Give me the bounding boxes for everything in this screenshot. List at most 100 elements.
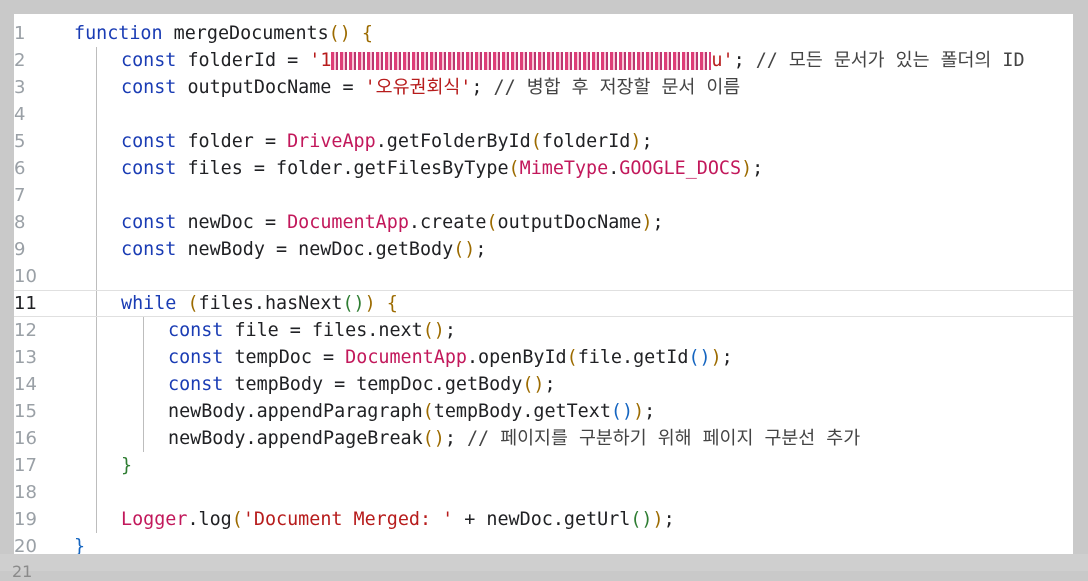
code-line[interactable]: 12 const file = files.next(); [14, 317, 1073, 344]
code-token: ( [566, 347, 578, 368]
code-token: files = folder.getFilesByType [176, 158, 509, 179]
code-token: () [328, 23, 351, 44]
indent-guide [96, 209, 97, 236]
code-token: newBody = newDoc.getBody [176, 239, 454, 260]
line-number: 15 [14, 401, 37, 422]
code-token: ) [652, 509, 664, 530]
code-token: .getFolderById [375, 131, 531, 152]
code-token: () [422, 428, 445, 449]
code-area[interactable]: 1 function mergeDocuments() {2 const folde… [14, 20, 1073, 554]
code-token: const [121, 239, 177, 260]
bottom-strip [0, 554, 1088, 571]
code-token: files.hasNext [198, 293, 343, 314]
line-number: 4 [14, 104, 26, 125]
code-line[interactable]: 19 Logger.log('Document Merged: ' + newDo… [14, 506, 1073, 533]
code-token: } [121, 455, 133, 476]
indent-guide [96, 236, 97, 263]
code-line[interactable]: 20} [14, 533, 1073, 554]
code-token: ) [364, 293, 376, 314]
code-line[interactable]: 18 [14, 479, 1073, 506]
code-token: ; [644, 401, 656, 422]
code-token: .openById [466, 347, 567, 368]
code-token: newBody.appendPageBreak [168, 428, 423, 449]
line-number: 19 [14, 509, 37, 530]
code-line[interactable]: 10 [14, 263, 1073, 290]
code-line[interactable]: 4 [14, 101, 1073, 128]
line-text: } [121, 452, 132, 479]
code-line[interactable]: 14 const tempBody = tempDoc.getBody(); [14, 371, 1073, 398]
indent-guide [96, 371, 97, 398]
code-line[interactable]: 8 const newDoc = DocumentApp.create(outpu… [14, 209, 1073, 236]
indent-guide [143, 425, 144, 452]
code-line[interactable]: 1 function mergeDocuments() { [14, 20, 1073, 47]
line-text: const newBody = newDoc.getBody(); [121, 236, 486, 263]
code-token: folderId = [176, 50, 310, 71]
code-line[interactable]: 2 const folderId = '1 u'; // 모든 문서가 있는 폴더의… [14, 47, 1073, 74]
line-number: 10 [14, 266, 37, 287]
code-token: mergeDocuments [162, 23, 329, 44]
code-line[interactable]: 9 const newBody = newDoc.getBody(); [14, 236, 1073, 263]
code-line[interactable]: 13 const tempDoc = DocumentApp.openById(f… [14, 344, 1073, 371]
code-token: ) [633, 401, 645, 422]
code-line[interactable]: 17} [14, 452, 1073, 479]
line-text: const outputDocName = '오유권회식'; // 병합 후 저… [121, 74, 740, 101]
code-line[interactable]: 3 const outputDocName = '오유권회식'; // 병합 후 … [14, 74, 1073, 101]
code-token: '오유권회식' [364, 77, 472, 98]
code-token: ; [544, 374, 556, 395]
code-token: .log [187, 509, 232, 530]
code-token: u' [711, 50, 734, 71]
code-line[interactable]: 16 newBody.appendPageBreak(); // 페이지를 구분하… [14, 425, 1073, 452]
line-number: 21 [12, 562, 33, 581]
code-token: const [121, 212, 177, 233]
code-token: ; [641, 131, 653, 152]
code-token: () [453, 239, 476, 260]
code-token: outputDocName [497, 212, 642, 233]
code-line[interactable]: 7 [14, 182, 1073, 209]
line-text: } [74, 533, 85, 554]
code-line[interactable]: 5 const folder = DriveApp.getFolderById(f… [14, 128, 1073, 155]
indent-guide [143, 371, 144, 398]
line-text: const folder = DriveApp.getFolderById(fo… [121, 128, 653, 155]
line-number: 5 [14, 131, 26, 152]
code-token: Logger [121, 509, 188, 530]
code-token: const [168, 320, 224, 341]
code-token: tempBody = tempDoc.getBody [223, 374, 523, 395]
code-token: ( [508, 158, 520, 179]
indent-guide [96, 425, 97, 452]
line-number: 6 [14, 158, 26, 179]
indent-guide [96, 182, 97, 209]
code-token: const [168, 374, 224, 395]
indent-guide [96, 291, 97, 316]
line-text: newBody.appendParagraph(tempBody.getText… [168, 398, 655, 425]
line-number: 16 [14, 428, 37, 449]
code-token: const [121, 158, 177, 179]
code-token: ) [641, 212, 653, 233]
indent-guide [96, 452, 97, 479]
code-token: () [630, 509, 653, 530]
code-token: outputDocName = [176, 77, 365, 98]
code-token: // 페이지를 구분하기 위해 페이지 구분선 추가 [466, 428, 861, 449]
code-token: newBody.appendParagraph [168, 401, 423, 422]
line-number: 11 [14, 293, 37, 314]
indent-guide [96, 263, 97, 290]
indent-guide [96, 398, 97, 425]
code-line[interactable]: 11 while (files.hasNext()) { [14, 290, 1073, 317]
code-token: { [361, 23, 373, 44]
redacted-text [331, 52, 712, 70]
code-token: const [168, 347, 224, 368]
code-token: file = files.next [223, 320, 423, 341]
code-token: ; [663, 509, 675, 530]
code-token: . [608, 158, 620, 179]
line-number: 7 [14, 185, 26, 206]
indent-guide [143, 344, 144, 371]
code-token: folder = [176, 131, 288, 152]
code-line[interactable]: 15 newBody.appendParagraph(tempBody.getTe… [14, 398, 1073, 425]
code-editor[interactable]: 1 function mergeDocuments() {2 const folde… [14, 14, 1073, 554]
code-line[interactable]: 6 const files = folder.getFilesByType(Mim… [14, 155, 1073, 182]
code-token: ; [471, 77, 494, 98]
indent-guide [96, 155, 97, 182]
indent-guide [96, 344, 97, 371]
code-token: ) [710, 347, 722, 368]
line-number: 13 [14, 347, 37, 368]
